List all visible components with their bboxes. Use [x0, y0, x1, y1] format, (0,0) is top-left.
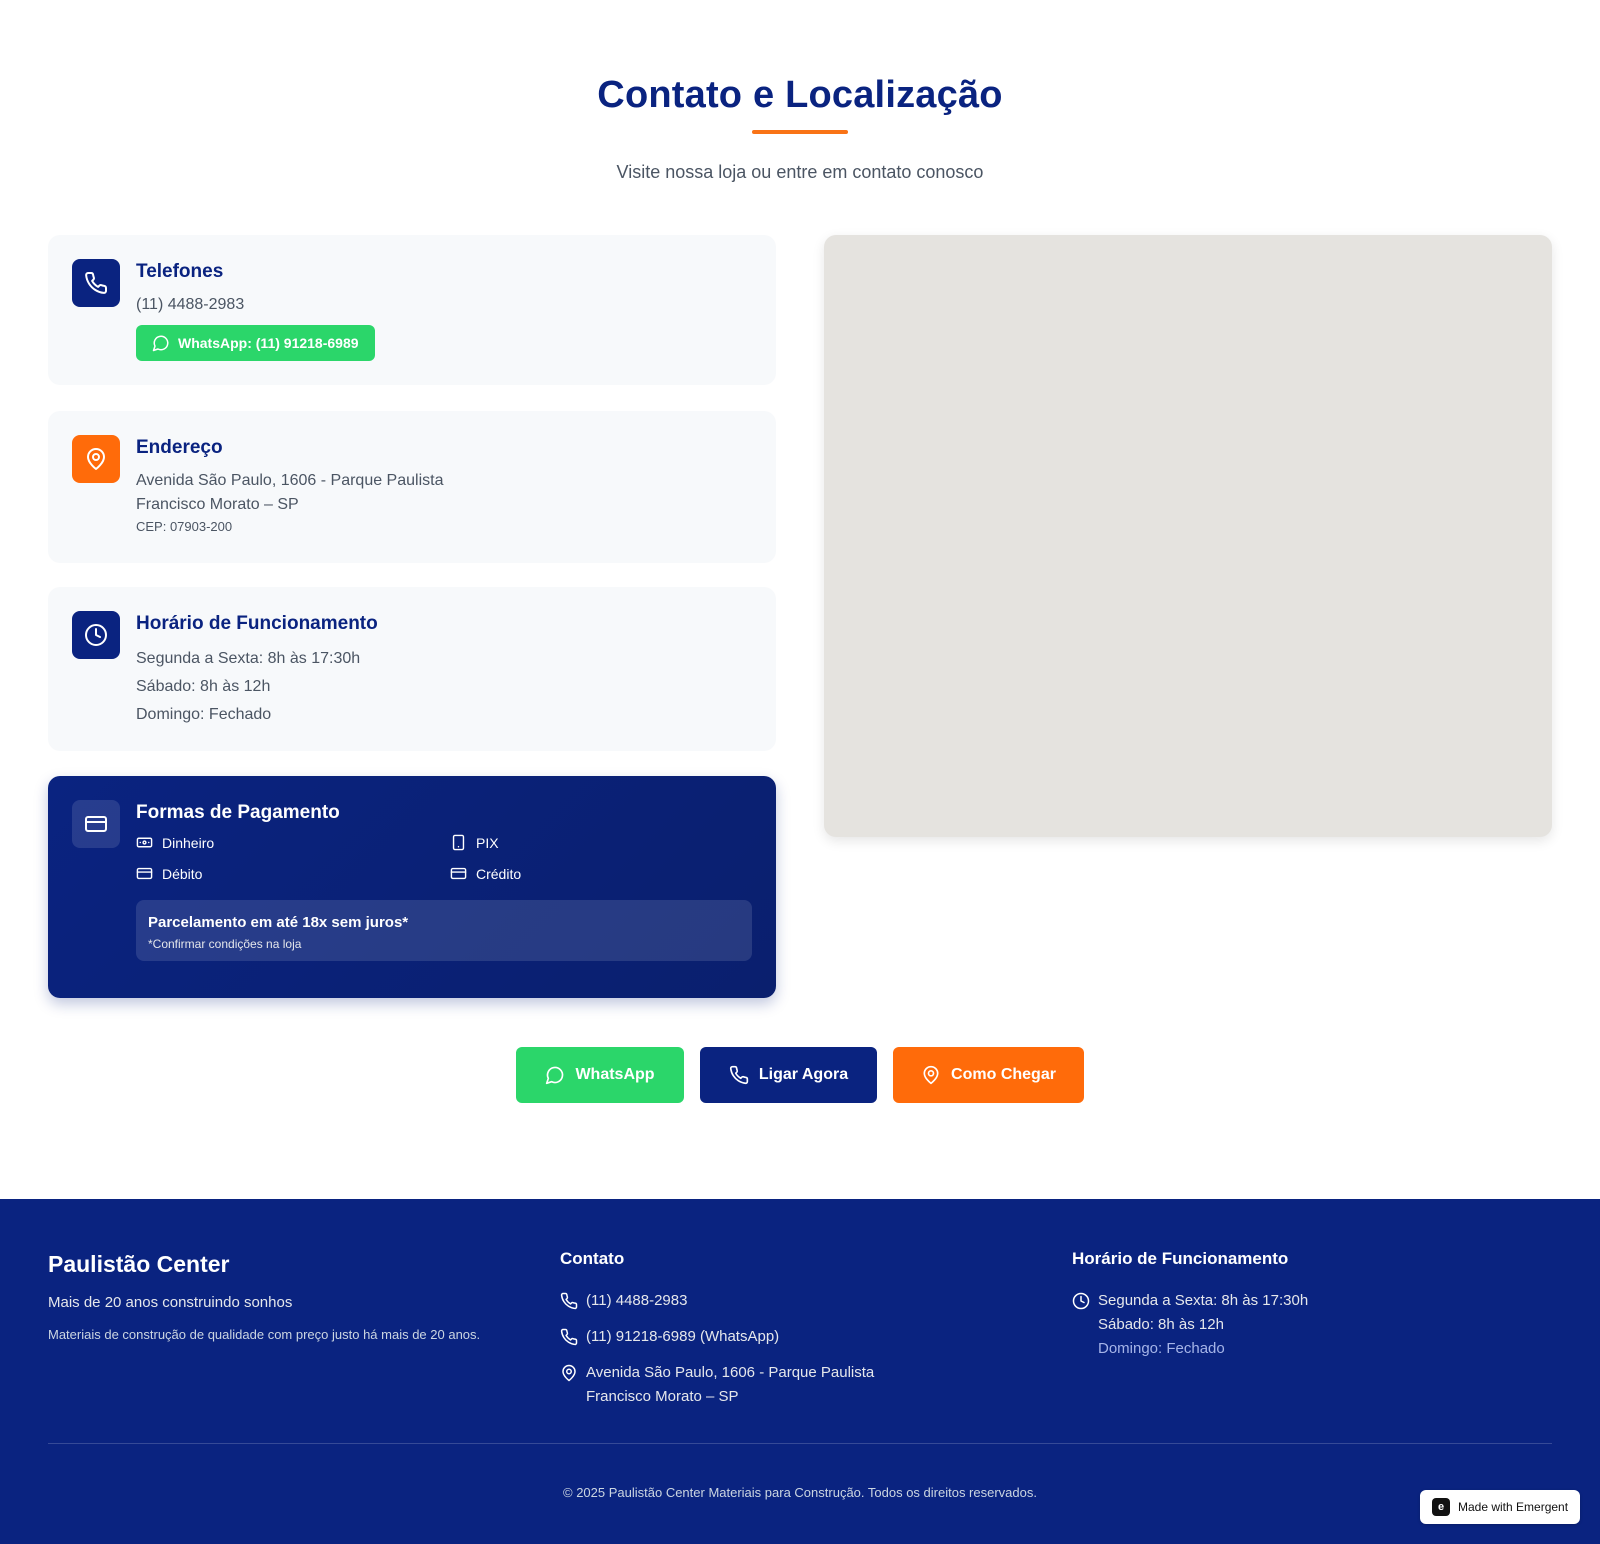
phone-icon	[560, 1292, 578, 1310]
section-title: Contato e Localização	[597, 74, 1003, 116]
phone-icon	[72, 259, 120, 307]
map-pin-icon	[72, 435, 120, 483]
installments-note: *Confirmar condições na loja	[148, 937, 302, 951]
footer-hours: Segunda a Sexta: 8h às 17:30h Sábado: 8h…	[1072, 1289, 1532, 1361]
address-card: Endereço Avenida São Paulo, 1606 - Parqu…	[48, 411, 776, 563]
phones-card: Telefones (11) 4488-2983 WhatsApp: (11) …	[48, 235, 776, 385]
message-circle-icon	[152, 335, 169, 352]
clock-icon	[72, 611, 120, 659]
hours-weekdays: Segunda a Sexta: 8h às 17:30h	[136, 650, 361, 667]
address-title: Endereço	[136, 437, 223, 458]
payment-title: Formas de Pagamento	[136, 802, 340, 823]
directions-button[interactable]: Como Chegar	[893, 1047, 1084, 1103]
payment-method-cash: Dinheiro	[136, 834, 450, 851]
clock-icon	[1072, 1292, 1090, 1310]
emergent-logo-icon: e	[1432, 1498, 1450, 1516]
map-pin-icon	[562, 1364, 576, 1382]
footer-brand-column: Paulistão Center Mais de 20 anos constru…	[48, 1249, 528, 1342]
map-pin-icon	[923, 1065, 939, 1085]
whatsapp-number-button[interactable]: WhatsApp: (11) 91218-6989	[136, 325, 375, 361]
cash-icon	[136, 837, 153, 848]
phone-icon	[560, 1328, 578, 1346]
footer-address: Avenida São Paulo, 1606 - Parque Paulist…	[560, 1361, 1020, 1409]
footer-hours-column: Horário de Funcionamento Segunda a Sexta…	[1072, 1249, 1532, 1373]
footer-description: Materiais de construção de qualidade com…	[48, 1327, 481, 1342]
credit-card-icon	[136, 867, 153, 880]
footer-whatsapp[interactable]: (11) 91218-6989 (WhatsApp)	[560, 1325, 1020, 1349]
landline-number: (11) 4488-2983	[136, 296, 245, 313]
footer-contact-title: Contato	[560, 1249, 625, 1268]
hours-card: Horário de Funcionamento Segunda a Sexta…	[48, 587, 776, 751]
credit-card-icon	[72, 800, 120, 848]
hours-sunday: Domingo: Fechado	[136, 706, 272, 723]
whatsapp-button[interactable]: WhatsApp	[516, 1047, 684, 1103]
footer: Paulistão Center Mais de 20 anos constru…	[0, 1199, 1600, 1544]
title-underline	[752, 130, 848, 134]
smartphone-icon	[452, 834, 465, 851]
badge-label: Made with Emergent	[1458, 1500, 1569, 1514]
footer-phone[interactable]: (11) 4488-2983	[560, 1289, 1020, 1313]
payment-method-credit: Crédito	[450, 865, 750, 882]
footer-brand: Paulistão Center	[48, 1251, 230, 1277]
footer-copyright: © 2025 Paulistão Center Materiais para C…	[563, 1485, 1037, 1500]
footer-contact-column: Contato (11) 4488-2983 (11) 91218-6989 (…	[560, 1249, 1020, 1421]
section-subtitle: Visite nossa loja ou entre em contato co…	[616, 162, 984, 182]
installments-title: Parcelamento em até 18x sem juros*	[148, 914, 409, 931]
credit-card-icon	[450, 867, 467, 880]
address-line2: Francisco Morato – SP	[136, 496, 299, 513]
whatsapp-number-label: WhatsApp: (11) 91218-6989	[178, 335, 359, 351]
payment-card: Formas de Pagamento Dinheiro PIX Débito …	[48, 776, 776, 998]
hours-title: Horário de Funcionamento	[136, 613, 378, 634]
footer-divider	[48, 1443, 1552, 1444]
footer-hours-title: Horário de Funcionamento	[1072, 1249, 1289, 1268]
installments-box: Parcelamento em até 18x sem juros* *Conf…	[136, 900, 752, 961]
call-now-button[interactable]: Ligar Agora	[700, 1047, 877, 1103]
phone-icon	[729, 1065, 749, 1085]
message-circle-icon	[546, 1066, 564, 1085]
payment-method-pix: PIX	[450, 834, 750, 851]
hours-saturday: Sábado: 8h às 12h	[136, 678, 271, 695]
footer-tagline: Mais de 20 anos construindo sonhos	[48, 1294, 293, 1311]
payment-method-debit: Débito	[136, 865, 450, 882]
made-with-emergent-badge[interactable]: e Made with Emergent	[1420, 1490, 1580, 1524]
phones-title: Telefones	[136, 261, 224, 282]
address-cep: CEP: 07903-200	[136, 519, 233, 534]
address-line1: Avenida São Paulo, 1606 - Parque Paulist…	[136, 472, 444, 489]
map-embed[interactable]	[824, 235, 1552, 837]
